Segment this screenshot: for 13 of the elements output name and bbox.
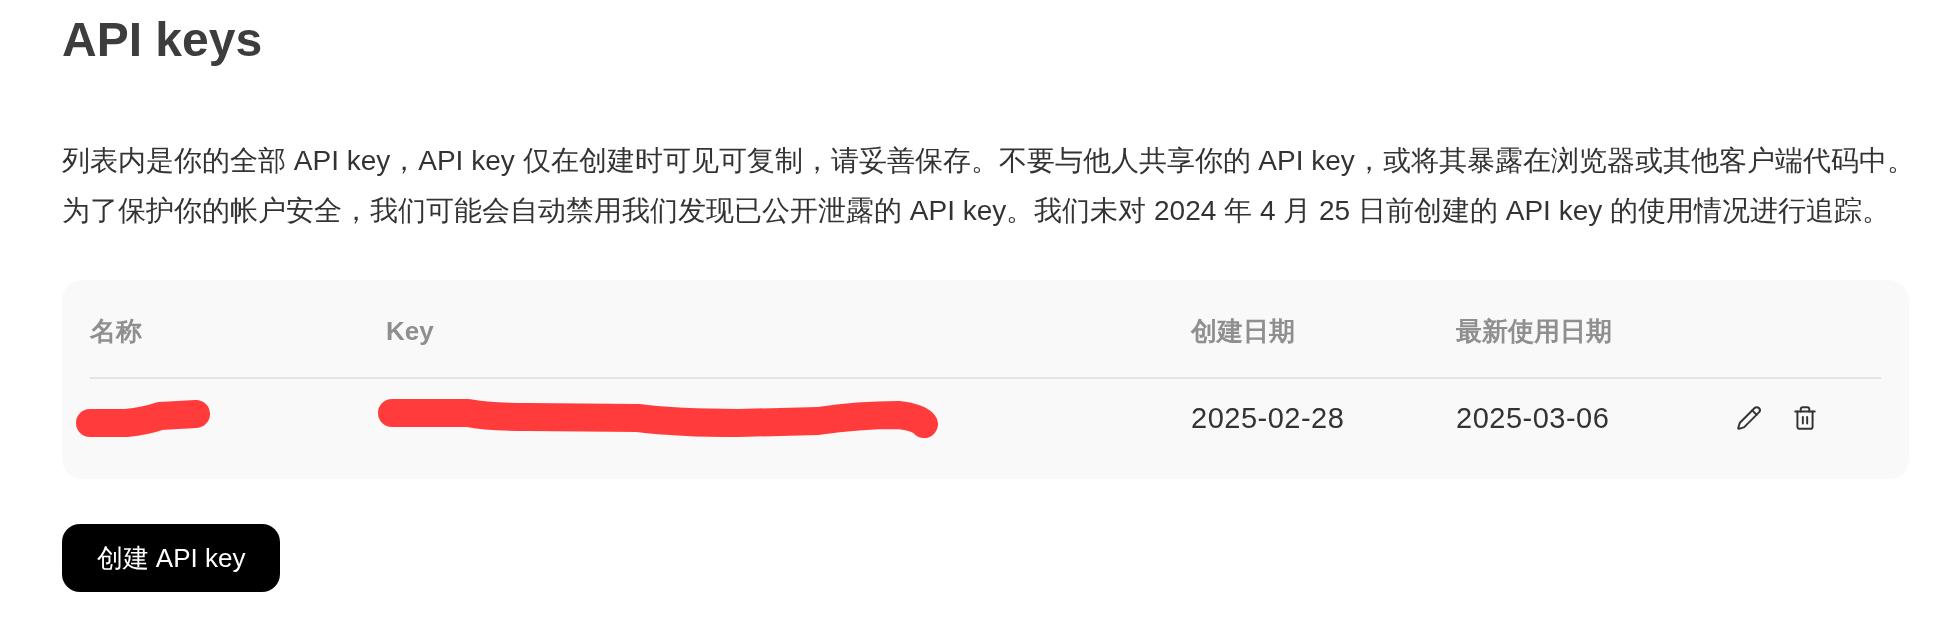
column-header: 名称 — [90, 315, 142, 348]
column-header: 最新使用日期 — [1456, 315, 1612, 348]
column-header: Key — [386, 315, 434, 348]
pencil-icon — [1736, 405, 1762, 431]
date-cell: 2025-03-06 — [1456, 401, 1610, 435]
description-paragraph: 列表内是你的全部 API key，API key 仅在创建时可见可复制，请妥善保存。不要与他人共享你的 API key，或将其暴露在浏览器或其他客户端代码中。 为了保护你的帐户安全，我们可能会自动禁用我们发现已公开泄露的 API key。我们未对 2024 年 4 月 25 日前创建的 API key 的使用情况进行追踪。 — [62, 144, 1915, 228]
page-title: API keys — [62, 12, 263, 68]
delete-button[interactable] — [1792, 405, 1818, 431]
date-cell: 2025-02-28 — [1191, 401, 1345, 435]
trash-icon — [1792, 405, 1818, 431]
edit-button[interactable] — [1736, 405, 1762, 431]
column-header: 创建日期 — [1191, 315, 1295, 348]
create-api-key-button[interactable]: 创建 API key — [62, 524, 280, 592]
